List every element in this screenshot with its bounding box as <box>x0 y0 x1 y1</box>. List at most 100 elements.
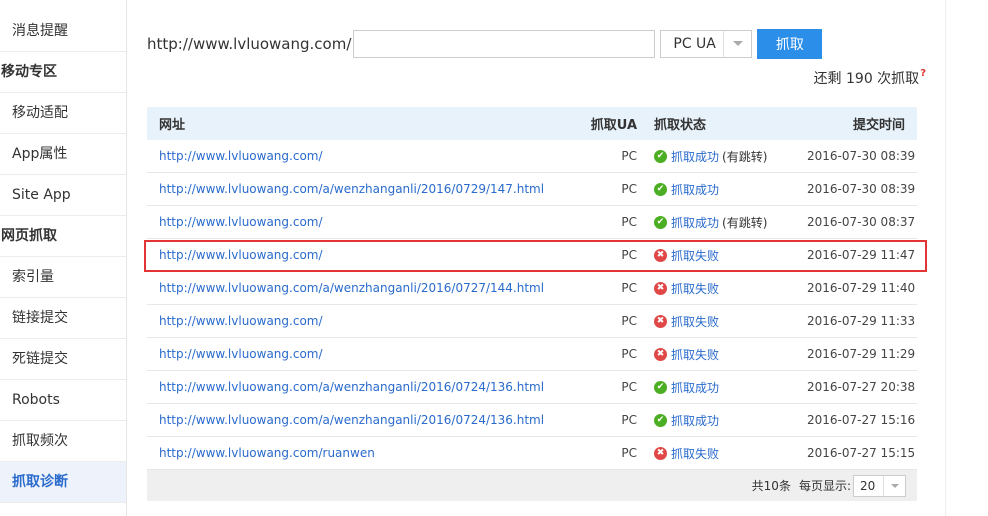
ua-select[interactable]: PC UA <box>660 29 753 58</box>
url-link[interactable]: http://www.lvluowang.com/ <box>159 149 323 163</box>
url-link[interactable]: http://www.lvluowang.com/a/wenzhanganli/… <box>159 413 544 427</box>
sidebar-item[interactable]: 消息提醒 <box>0 0 126 52</box>
status-link[interactable]: 抓取失败 <box>671 313 719 330</box>
total-count: 共10条 <box>751 479 791 493</box>
cell-ua: PC <box>621 149 637 163</box>
url-link[interactable]: http://www.lvluowang.com/a/wenzhanganli/… <box>159 182 544 196</box>
chevron-down-icon <box>883 475 905 496</box>
cell-ua: PC <box>621 347 637 361</box>
sidebar-item[interactable]: 抓取诊断 <box>0 462 126 503</box>
url-prefix: http://www.lvluowang.com/ <box>147 34 352 53</box>
status-link[interactable]: 抓取失败 <box>671 346 719 363</box>
sidebar-item[interactable]: 链接提交 <box>0 298 126 339</box>
table-row: http://www.lvluowang.com/a/wenzhanganli/… <box>147 404 917 437</box>
table-row: http://www.lvluowang.com/PC ✖ 抓取失败 2016-07-… <box>147 338 917 371</box>
check-circle-icon: ✔ <box>654 380 667 394</box>
cell-time: 2016-07-30 08:39 <box>807 149 916 163</box>
x-circle-icon: ✖ <box>654 347 667 361</box>
remaining-fetches: 还剩 190 次抓取? <box>814 68 926 88</box>
sidebar-item[interactable]: 移动适配 <box>0 93 126 134</box>
cell-status: ✖ 抓取失败 <box>637 445 807 462</box>
table-header: 网址 抓取UA 抓取状态 提交时间 <box>147 107 917 140</box>
sidebar-item[interactable]: 索引量 <box>0 257 126 298</box>
cell-status: ✔ 抓取成功 <box>637 379 807 396</box>
x-circle-icon: ✖ <box>654 314 667 328</box>
sidebar-item[interactable]: 抓取频次 <box>0 421 126 462</box>
per-page-value: 20 <box>860 478 876 493</box>
check-circle-icon: ✔ <box>654 215 667 229</box>
cell-time: 2016-07-27 20:38 <box>807 380 916 394</box>
cell-time: 2016-07-27 15:16 <box>807 413 916 427</box>
sidebar-section: 网页抓取 <box>0 216 126 257</box>
cell-ua: PC <box>621 281 637 295</box>
check-circle-icon: ✔ <box>654 182 667 196</box>
table-row: http://www.lvluowang.com/PC ✔ 抓取成功 (有跳转) 201… <box>147 206 917 239</box>
cell-status: ✖ 抓取失败 <box>637 280 807 297</box>
sidebar-item[interactable]: Robots <box>0 380 126 421</box>
cell-ua: PC <box>621 446 637 460</box>
cell-url: http://www.lvluowang.com/a/wenzhanganli/… <box>147 380 587 394</box>
url-link[interactable]: http://www.lvluowang.com/ruanwen <box>159 446 375 460</box>
table-footer: 共10条 每页显示: 20 <box>147 470 917 501</box>
fetch-form: http://www.lvluowang.com/ PC UA 抓取 <box>147 28 823 59</box>
header-status: 抓取状态 <box>654 118 707 133</box>
status-link[interactable]: 抓取失败 <box>671 280 719 297</box>
status-link[interactable]: 抓取成功 <box>671 181 719 198</box>
cell-ua: PC <box>621 380 637 394</box>
url-link[interactable]: http://www.lvluowang.com/ <box>159 215 323 229</box>
status-link[interactable]: 抓取成功 <box>671 379 719 396</box>
check-circle-icon: ✔ <box>654 149 667 163</box>
table-row: http://www.lvluowang.com/ruanwen PC ✖ 抓取失败 2… <box>147 437 917 470</box>
cell-status: ✔ 抓取成功 <box>637 412 807 429</box>
cell-url: http://www.lvluowang.com/ <box>147 314 587 328</box>
url-link[interactable]: http://www.lvluowang.com/ <box>159 314 323 328</box>
status-link[interactable]: 抓取失败 <box>671 445 719 462</box>
cell-time: 2016-07-29 11:33 <box>807 314 916 328</box>
cell-url: http://www.lvluowang.com/ruanwen <box>147 446 587 460</box>
table-row: http://www.lvluowang.com/PC ✖ 抓取失败 2016-07-… <box>147 305 917 338</box>
cell-status: ✔ 抓取成功 (有跳转) <box>637 148 807 165</box>
cell-url: http://www.lvluowang.com/a/wenzhanganli/… <box>147 413 587 427</box>
cell-time: 2016-07-27 15:15 <box>807 446 916 460</box>
cell-time: 2016-07-29 11:29 <box>807 347 916 361</box>
cell-url: http://www.lvluowang.com/a/wenzhanganli/… <box>147 281 587 295</box>
status-link[interactable]: 抓取成功 <box>671 214 719 231</box>
header-time: 提交时间 <box>852 118 905 133</box>
help-icon[interactable]: ? <box>920 68 926 79</box>
table-row: http://www.lvluowang.com/a/wenzhanganli/… <box>147 371 917 404</box>
chevron-down-icon <box>723 30 751 57</box>
table-row: http://www.lvluowang.com/PC ✔ 抓取成功 (有跳转) 201… <box>147 140 917 173</box>
sidebar-item[interactable]: Site App <box>0 175 126 216</box>
per-page-label: 每页显示: <box>798 479 851 493</box>
cell-url: http://www.lvluowang.com/a/wenzhanganli/… <box>147 182 587 196</box>
table-row: http://www.lvluowang.com/a/wenzhanganli/… <box>147 272 917 305</box>
cell-ua: PC <box>621 314 637 328</box>
cell-url: http://www.lvluowang.com/ <box>147 149 587 163</box>
status-link[interactable]: 抓取成功 <box>671 148 719 165</box>
cell-ua: PC <box>621 215 637 229</box>
sidebar-section: 移动专区 <box>0 52 126 93</box>
cell-status: ✔ 抓取成功 (有跳转) <box>637 214 807 231</box>
table-row: http://www.lvluowang.com/a/wenzhanganli/… <box>147 173 917 206</box>
ua-select-value: PC UA <box>673 35 716 52</box>
cell-time: 2016-07-30 08:37 <box>807 215 916 229</box>
cell-url: http://www.lvluowang.com/ <box>147 215 587 229</box>
sidebar-item[interactable]: App属性 <box>0 134 126 175</box>
highlight-box <box>144 240 927 272</box>
header-ua: 抓取UA <box>590 118 637 133</box>
cell-url: http://www.lvluowang.com/ <box>147 347 587 361</box>
url-link[interactable]: http://www.lvluowang.com/ <box>159 347 323 361</box>
sidebar-item[interactable]: 死链提交 <box>0 339 126 380</box>
sidebar: 消息提醒 移动专区 移动适配 App属性 Site App 网页抓取 索引量 链接提交 死链提交… <box>0 0 127 516</box>
url-link[interactable]: http://www.lvluowang.com/a/wenzhanganli/… <box>159 380 544 394</box>
cell-time: 2016-07-30 08:39 <box>807 182 916 196</box>
url-input[interactable] <box>353 29 656 58</box>
fetch-button[interactable]: 抓取 <box>757 28 823 59</box>
cell-status: ✖ 抓取失败 <box>637 313 807 330</box>
check-circle-icon: ✔ <box>654 413 667 427</box>
per-page-select[interactable]: 20 <box>853 474 906 497</box>
content-right-divider <box>945 0 946 516</box>
url-link[interactable]: http://www.lvluowang.com/a/wenzhanganli/… <box>159 281 544 295</box>
status-link[interactable]: 抓取成功 <box>671 412 719 429</box>
remaining-text: 还剩 190 次抓取 <box>813 71 920 87</box>
